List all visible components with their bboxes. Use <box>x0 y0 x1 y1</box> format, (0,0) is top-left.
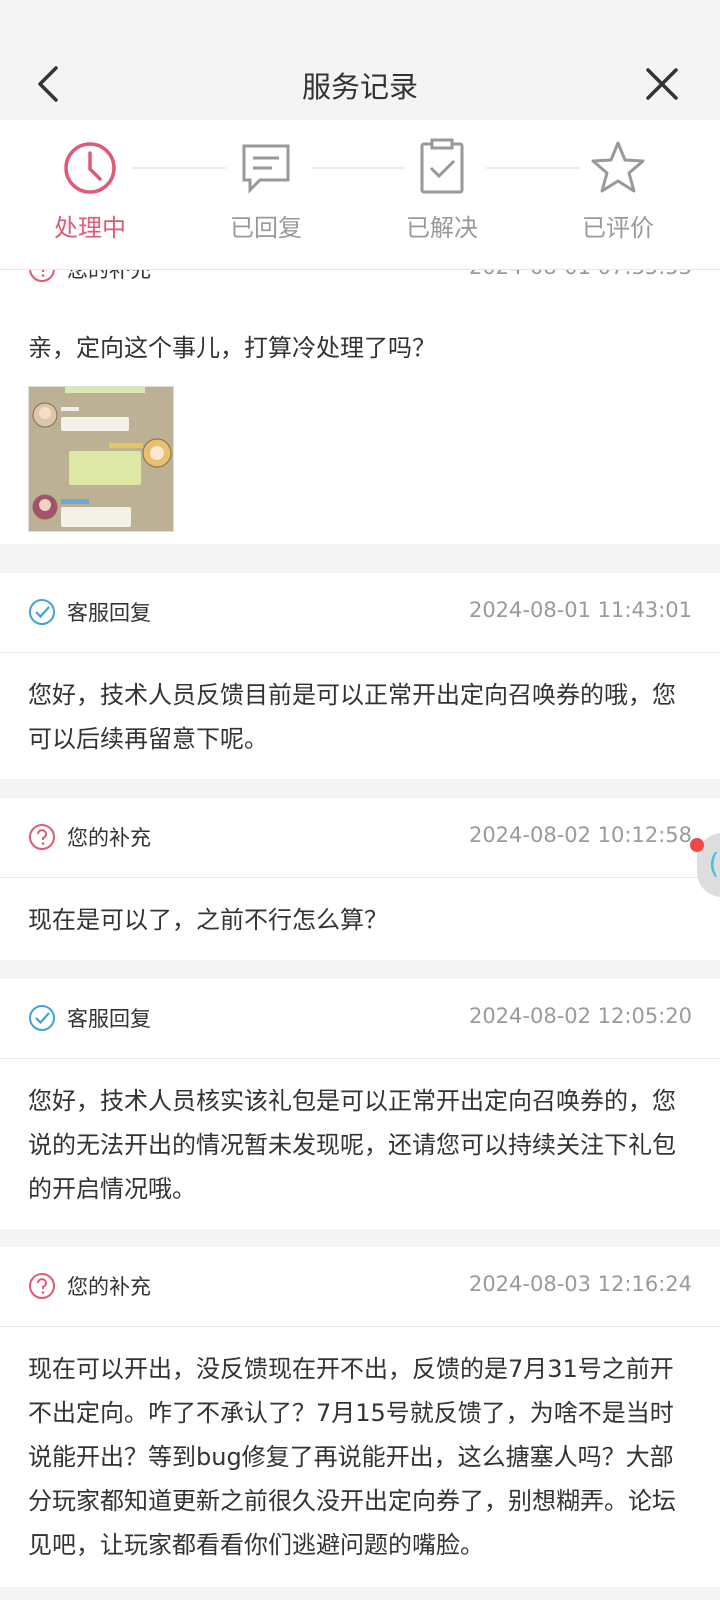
step-connector <box>312 167 406 169</box>
check-circle-icon <box>29 599 55 625</box>
record-text: 现在是可以了，之前不行怎么算？ <box>28 906 388 934</box>
step-connector <box>132 167 226 169</box>
step-label: 已评价 <box>582 214 654 242</box>
record-author: 您的补充 <box>67 826 151 850</box>
check-circle-icon <box>29 1005 55 1031</box>
record-time: 2024-08-02 12:05:20 <box>468 1004 692 1028</box>
record-text: 您好，技术人员核实该礼包是可以正常开出定向召唤券的，您说的无法开出的情况暂未发现… <box>28 1087 676 1203</box>
page-title: 服务记录 <box>301 70 418 104</box>
record-author: 客服回复 <box>67 601 151 625</box>
record-header: 您的补充 2024-08-03 12:16:24 <box>0 1247 720 1327</box>
question-icon <box>29 1273 55 1299</box>
clipboard-check-icon <box>420 138 464 194</box>
step-connector <box>486 167 580 169</box>
record-time: 2024-08-03 12:16:24 <box>468 1272 692 1296</box>
record-text: 您好，技术人员反馈目前是可以正常开出定向召唤券的哦，您可以后续再留意下呢。 <box>28 681 676 753</box>
attachment-image[interactable] <box>28 386 174 532</box>
top-bar: 服务记录 <box>0 0 720 120</box>
record-author: 客服回复 <box>67 1007 151 1031</box>
record-author: 您的补充 <box>67 1275 151 1299</box>
record-text: 现在可以开出，没反馈现在开不出，反馈的是7月31号之前开不出定向。咋了不承认了？… <box>28 1355 676 1559</box>
bracket-icon: ( <box>705 847 720 880</box>
record-card-2: 客服回复 2024-08-01 11:43:01 您好，技术人员反馈目前是可以正… <box>0 573 720 779</box>
record-text: 亲，定向这个事儿，打算冷处理了吗？ <box>28 334 436 362</box>
record-time: 2024-08-02 10:12:58 <box>468 823 692 847</box>
record-header: 客服回复 2024-08-01 11:43:01 <box>0 573 720 653</box>
record-card-4: 客服回复 2024-08-02 12:05:20 您好，技术人员核实该礼包是可以… <box>0 979 720 1229</box>
message-icon <box>242 144 290 194</box>
record-card-5: 您的补充 2024-08-03 12:16:24 现在可以开出，没反馈现在开不出… <box>0 1247 720 1587</box>
record-time: 2024-08-01 11:43:01 <box>468 598 692 622</box>
step-resolved: 已解决 <box>372 138 512 243</box>
step-processing: 处理中 <box>20 138 160 243</box>
close-icon[interactable] <box>640 62 684 106</box>
step-label: 处理中 <box>54 214 126 242</box>
record-card-3: 您的补充 2024-08-02 10:12:58 现在是可以了，之前不行怎么算？ <box>0 798 720 960</box>
notification-dot <box>690 838 704 852</box>
step-replied: 已回复 <box>196 138 336 243</box>
star-icon <box>591 141 645 193</box>
record-header: 您的补充 2024-08-02 10:12:58 <box>0 798 720 878</box>
step-rated: 已评价 <box>548 138 688 243</box>
question-icon <box>29 824 55 850</box>
progress-steps: 处理中 已回复 已解决 已评价 <box>0 120 720 270</box>
clock-icon <box>64 142 116 194</box>
record-card-1-body: 亲，定向这个事儿，打算冷处理了吗？ <box>0 306 720 544</box>
record-header: 客服回复 2024-08-02 12:05:20 <box>0 979 720 1059</box>
step-label: 已回复 <box>230 214 302 242</box>
chat-screenshot-thumbnail <box>29 387 173 531</box>
step-label: 已解决 <box>406 214 478 242</box>
